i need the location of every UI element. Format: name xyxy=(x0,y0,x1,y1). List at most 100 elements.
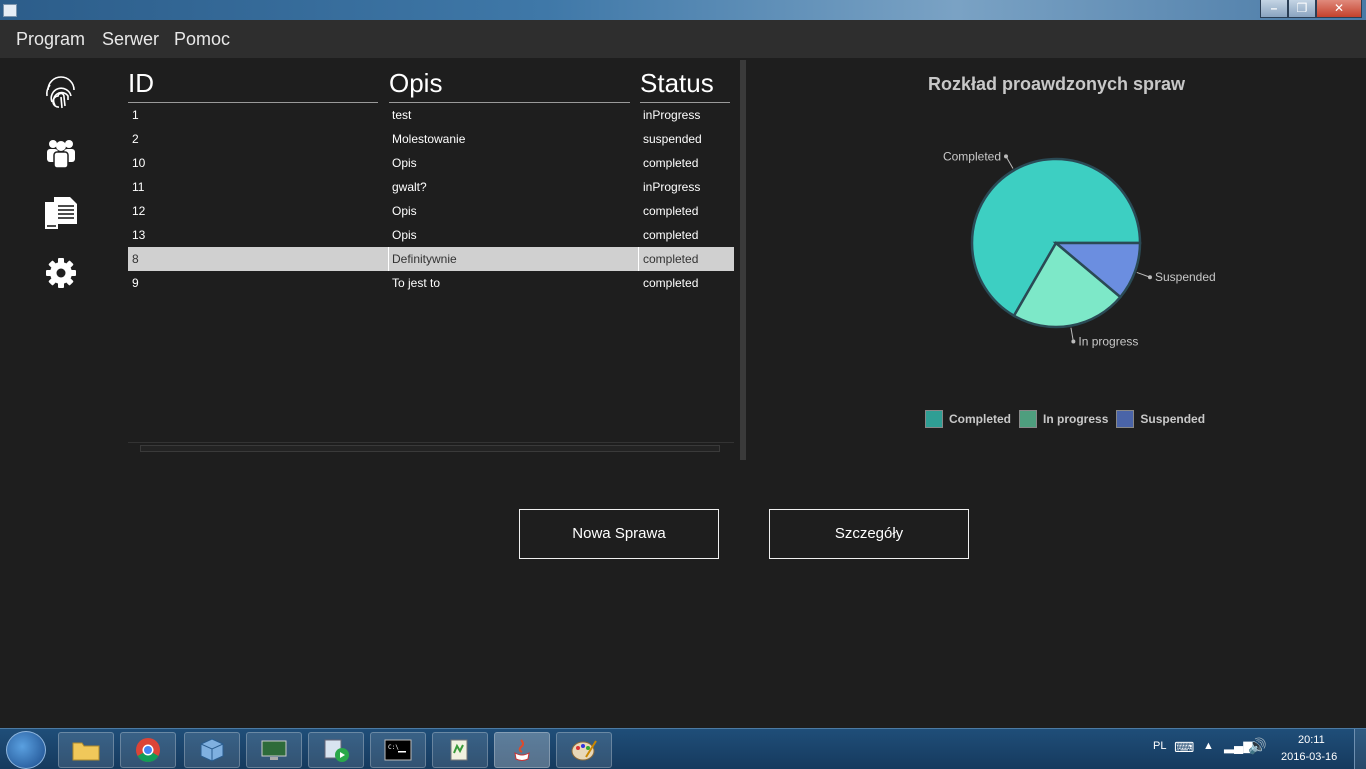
cell-id: 11 xyxy=(132,180,145,194)
cell-id: 8 xyxy=(132,252,139,266)
cell-status: completed xyxy=(643,276,699,290)
details-button[interactable]: Szczegóły xyxy=(769,509,969,559)
show-hidden-icons-icon[interactable]: ▲ xyxy=(1203,740,1214,752)
cell-id: 1 xyxy=(132,108,139,122)
cell-divider xyxy=(388,247,389,271)
legend-label-in-progress: In progress xyxy=(1043,412,1109,426)
cell-id: 9 xyxy=(132,276,139,290)
legend-swatch-suspended xyxy=(1116,410,1135,428)
table-row-selected[interactable]: 8 Definitywnie completed xyxy=(128,247,734,271)
legend-swatch-in-progress xyxy=(1019,410,1038,428)
monitor-taskbar-button[interactable] xyxy=(246,732,302,768)
explorer-taskbar-button[interactable] xyxy=(58,732,114,768)
clock-time[interactable]: 20:11 xyxy=(1298,734,1325,746)
notepadpp-taskbar-button[interactable] xyxy=(432,732,488,768)
cell-status: suspended xyxy=(643,132,702,146)
java-icon xyxy=(514,739,530,761)
cell-opis: test xyxy=(392,108,412,122)
label-line-in-progress xyxy=(1070,327,1074,342)
volume-icon[interactable]: 🔊 xyxy=(1248,737,1267,755)
gear-icon[interactable] xyxy=(44,256,78,290)
users-icon[interactable] xyxy=(44,136,78,170)
folder-icon xyxy=(72,742,100,761)
chart-title: Rozkład proawdzonych spraw xyxy=(928,74,1186,94)
chrome-taskbar-button[interactable] xyxy=(120,732,176,768)
maximize-button[interactable]: ❐ xyxy=(1288,0,1316,18)
cell-status: completed xyxy=(643,156,699,170)
cell-id: 12 xyxy=(132,204,146,218)
menu-pomoc[interactable]: Pomoc xyxy=(174,29,230,50)
notepad-icon xyxy=(450,739,468,761)
chrome-icon xyxy=(136,738,160,763)
java-taskbar-button[interactable] xyxy=(494,732,550,768)
cell-opis: Opis xyxy=(392,156,417,170)
cell-status: inProgress xyxy=(643,108,701,122)
table-row[interactable]: 12 Opis completed xyxy=(128,199,734,223)
terminal-icon: C:\ xyxy=(384,739,412,761)
fingerprint-icon[interactable] xyxy=(44,76,78,110)
split-divider[interactable] xyxy=(740,60,746,460)
label-dot-suspended xyxy=(1147,275,1152,280)
cases-table: ID Opis Status 1 test inProgress 2 Moles… xyxy=(128,62,734,452)
column-header-id[interactable]: ID xyxy=(128,68,378,103)
pie-label-suspended: Suspended xyxy=(1155,270,1216,284)
label-line-suspended xyxy=(1136,271,1151,278)
cell-id: 10 xyxy=(132,156,146,170)
cell-opis: To jest to xyxy=(392,276,441,290)
legend-label-suspended: Suspended xyxy=(1140,412,1206,426)
table-row[interactable]: 13 Opis completed xyxy=(128,223,734,247)
new-case-button[interactable]: Nowa Sprawa xyxy=(519,509,719,559)
cell-id: 13 xyxy=(132,228,146,242)
cell-status: inProgress xyxy=(643,180,701,194)
pie-chart: Completed In progress Suspended xyxy=(943,149,1216,348)
cube-icon xyxy=(200,738,224,762)
cell-status: completed xyxy=(643,252,699,266)
keyboard-icon[interactable]: ⌨ xyxy=(1174,739,1194,756)
menu-program[interactable]: Program xyxy=(16,29,85,50)
table-row[interactable]: 1 test inProgress xyxy=(128,103,734,127)
paint-taskbar-button[interactable] xyxy=(556,732,612,768)
cell-opis: Molestowanie xyxy=(392,132,466,146)
cell-opis: Opis xyxy=(392,228,417,242)
close-button[interactable]: ✕ xyxy=(1316,0,1362,18)
monitor-icon xyxy=(261,740,287,760)
minimize-button[interactable]: – xyxy=(1260,0,1288,18)
horizontal-scrollbar[interactable] xyxy=(128,442,734,452)
scrollbar-thumb[interactable] xyxy=(140,445,720,452)
pie-label-in-progress: In progress xyxy=(1078,334,1138,348)
menu-bar: Program Serwer Pomoc xyxy=(0,20,1366,58)
label-dot-completed xyxy=(1004,154,1008,159)
table-row[interactable]: 2 Molestowanie suspended xyxy=(128,127,734,151)
label-line-completed xyxy=(1005,156,1014,169)
pie-label-completed: Completed xyxy=(943,149,1001,163)
start-button[interactable] xyxy=(6,731,46,769)
play-icon xyxy=(324,739,349,762)
cell-status: completed xyxy=(643,228,699,242)
table-row[interactable]: 11 gwalt? inProgress xyxy=(128,175,734,199)
language-indicator[interactable]: PL xyxy=(1153,740,1166,752)
column-header-status[interactable]: Status xyxy=(640,68,730,103)
table-row[interactable]: 9 To jest to completed xyxy=(128,271,734,295)
label-dot-in-progress xyxy=(1071,339,1076,344)
cell-opis: gwalt? xyxy=(392,180,427,194)
chart-legend: Completed In progress Suspended xyxy=(925,410,1205,428)
column-header-opis[interactable]: Opis xyxy=(389,68,630,103)
cell-divider xyxy=(638,247,639,271)
legend-swatch-completed xyxy=(925,410,943,428)
taskbar: C:\ PL ⌨ ▲ ▂▄▆ 🔊 20:11 2016-03-16 xyxy=(0,728,1366,769)
clock-date[interactable]: 2016-03-16 xyxy=(1281,751,1337,763)
cmd-taskbar-button[interactable]: C:\ xyxy=(370,732,426,768)
legend-label-completed: Completed xyxy=(949,412,1012,426)
show-desktop-button[interactable] xyxy=(1354,729,1366,769)
window-title-bar: – ❐ ✕ xyxy=(0,0,1366,20)
palette-icon xyxy=(571,740,597,761)
cell-status: completed xyxy=(643,204,699,218)
documents-icon[interactable] xyxy=(44,196,78,230)
cell-id: 2 xyxy=(132,132,139,146)
menu-serwer[interactable]: Serwer xyxy=(102,29,159,50)
media-taskbar-button[interactable] xyxy=(308,732,364,768)
virtualbox-taskbar-button[interactable] xyxy=(184,732,240,768)
cell-opis: Definitywnie xyxy=(392,252,457,266)
svg-text:C:\: C:\ xyxy=(388,744,399,751)
table-row[interactable]: 10 Opis completed xyxy=(128,151,734,175)
